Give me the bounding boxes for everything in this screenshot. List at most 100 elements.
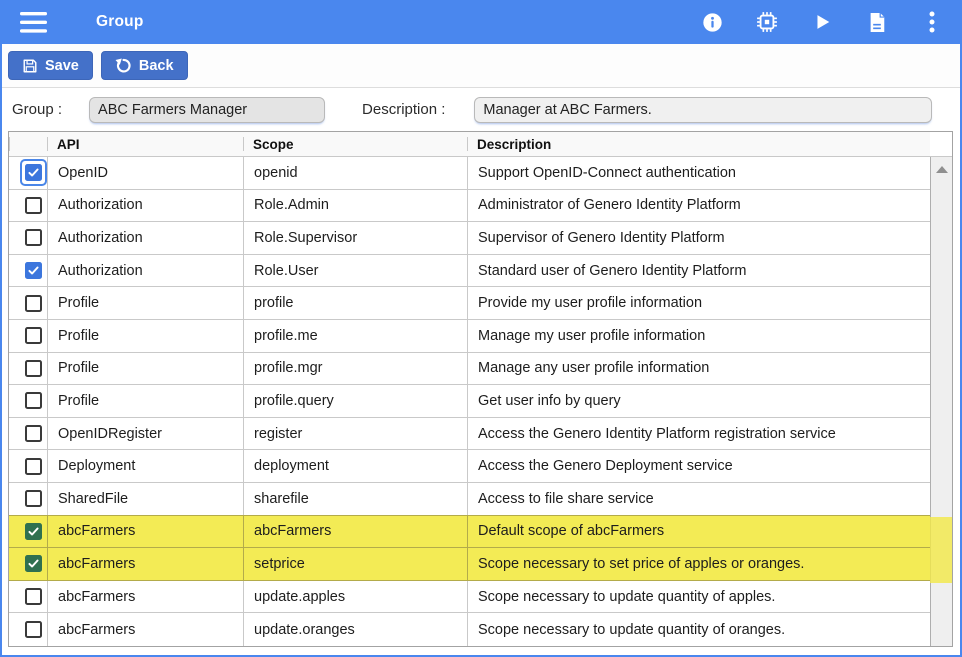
back-undo-icon <box>115 57 132 74</box>
page-title: Group <box>96 13 144 31</box>
scope-cell: profile.me <box>243 320 467 352</box>
table-row[interactable]: OpenIDopenidSupport OpenID-Connect authe… <box>9 157 952 190</box>
scope-cell: profile.query <box>243 385 467 417</box>
table-row[interactable]: Profileprofile.meManage my user profile … <box>9 320 952 353</box>
row-checkbox[interactable] <box>25 295 42 312</box>
description-cell: Default scope of abcFarmers <box>467 516 930 548</box>
checkbox-cell <box>9 516 47 548</box>
table-row[interactable]: DeploymentdeploymentAccess the Genero De… <box>9 450 952 483</box>
scope-cell: update.apples <box>243 581 467 613</box>
table-body: OpenIDopenidSupport OpenID-Connect authe… <box>9 157 952 646</box>
checkbox-cell <box>9 581 47 613</box>
description-cell: Administrator of Genero Identity Platfor… <box>467 190 930 222</box>
table-row[interactable]: abcFarmersupdate.applesScope necessary t… <box>9 581 952 614</box>
row-checkbox[interactable] <box>25 360 42 377</box>
row-checkbox[interactable] <box>25 164 42 181</box>
api-cell: Authorization <box>47 190 243 222</box>
table-row[interactable]: AuthorizationRole.SupervisorSupervisor o… <box>9 222 952 255</box>
column-header-description[interactable]: Description <box>467 132 930 156</box>
table-row[interactable]: abcFarmerssetpriceScope necessary to set… <box>9 548 952 581</box>
row-checkbox[interactable] <box>25 197 42 214</box>
description-cell: Support OpenID-Connect authentication <box>467 157 930 189</box>
row-checkbox[interactable] <box>25 621 42 638</box>
chip-icon[interactable] <box>755 10 779 34</box>
row-checkbox[interactable] <box>25 458 42 475</box>
table-row[interactable]: AuthorizationRole.UserStandard user of G… <box>9 255 952 288</box>
description-cell: Get user info by query <box>467 385 930 417</box>
description-cell: Access the Genero Deployment service <box>467 450 930 482</box>
row-checkbox[interactable] <box>25 588 42 605</box>
row-checkbox[interactable] <box>25 392 42 409</box>
table-row[interactable]: ProfileprofileProvide my user profile in… <box>9 287 952 320</box>
checkbox-cell <box>9 353 47 385</box>
scroll-up-icon[interactable] <box>936 166 948 173</box>
group-input[interactable] <box>89 97 325 123</box>
description-input[interactable] <box>474 97 932 123</box>
row-checkbox[interactable] <box>25 229 42 246</box>
scopes-table: API Scope Description OpenIDopenidSuppor… <box>8 131 953 647</box>
checkbox-cell <box>9 157 47 189</box>
description-cell: Standard user of Genero Identity Platfor… <box>467 255 930 287</box>
checkbox-cell <box>9 287 47 319</box>
column-header-scope[interactable]: Scope <box>243 132 467 156</box>
api-cell: Profile <box>47 287 243 319</box>
row-checkbox[interactable] <box>25 555 42 572</box>
table-row[interactable]: AuthorizationRole.AdminAdministrator of … <box>9 190 952 223</box>
description-label: Description : <box>362 101 445 118</box>
description-cell: Manage any user profile information <box>467 353 930 385</box>
checkbox-cell <box>9 255 47 287</box>
top-bar: Group <box>2 0 960 44</box>
scope-cell: setprice <box>243 548 467 580</box>
checkbox-cell <box>9 548 47 580</box>
row-checkbox[interactable] <box>25 327 42 344</box>
description-cell: Access to file share service <box>467 483 930 515</box>
column-header-checkbox <box>9 132 47 156</box>
document-icon[interactable] <box>865 10 889 34</box>
row-checkbox[interactable] <box>25 523 42 540</box>
description-cell: Scope necessary to update quantity of or… <box>467 613 930 646</box>
table-row[interactable]: OpenIDRegisterregisterAccess the Genero … <box>9 418 952 451</box>
save-button[interactable]: Save <box>8 51 93 80</box>
checkbox-cell <box>9 320 47 352</box>
scope-cell: profile <box>243 287 467 319</box>
app-window: Group <box>0 0 962 657</box>
row-checkbox[interactable] <box>25 262 42 279</box>
more-vertical-icon[interactable] <box>920 10 944 34</box>
table-row[interactable]: abcFarmersupdate.orangesScope necessary … <box>9 613 952 646</box>
table-row[interactable]: abcFarmersabcFarmersDefault scope of abc… <box>9 516 952 549</box>
checkbox-cell <box>9 450 47 482</box>
row-checkbox[interactable] <box>25 425 42 442</box>
column-header-api[interactable]: API <box>47 132 243 156</box>
save-floppy-icon <box>22 58 38 74</box>
table-row[interactable]: Profileprofile.queryGet user info by que… <box>9 385 952 418</box>
scope-cell: register <box>243 418 467 450</box>
checkbox-cell <box>9 385 47 417</box>
api-cell: abcFarmers <box>47 516 243 548</box>
api-cell: Authorization <box>47 255 243 287</box>
focus-ring <box>20 159 47 186</box>
run-icon[interactable] <box>810 10 834 34</box>
checkbox-cell <box>9 613 47 646</box>
checkbox-cell <box>9 418 47 450</box>
scope-cell: Role.User <box>243 255 467 287</box>
table-row[interactable]: Profileprofile.mgrManage any user profil… <box>9 353 952 386</box>
info-icon[interactable] <box>700 10 724 34</box>
back-button[interactable]: Back <box>101 51 188 80</box>
scope-cell: update.oranges <box>243 613 467 646</box>
scope-cell: Role.Supervisor <box>243 222 467 254</box>
table-row[interactable]: SharedFilesharefileAccess to file share … <box>9 483 952 516</box>
scope-cell: openid <box>243 157 467 189</box>
scope-cell: profile.mgr <box>243 353 467 385</box>
vertical-scrollbar[interactable] <box>930 157 952 646</box>
scope-cell: deployment <box>243 450 467 482</box>
scope-cell: sharefile <box>243 483 467 515</box>
menu-icon[interactable] <box>20 11 50 33</box>
api-cell: abcFarmers <box>47 581 243 613</box>
table-header: API Scope Description <box>9 132 952 157</box>
row-checkbox[interactable] <box>25 490 42 507</box>
api-cell: Profile <box>47 320 243 352</box>
description-cell: Supervisor of Genero Identity Platform <box>467 222 930 254</box>
scope-cell: abcFarmers <box>243 516 467 548</box>
save-button-label: Save <box>45 58 79 74</box>
api-cell: abcFarmers <box>47 548 243 580</box>
